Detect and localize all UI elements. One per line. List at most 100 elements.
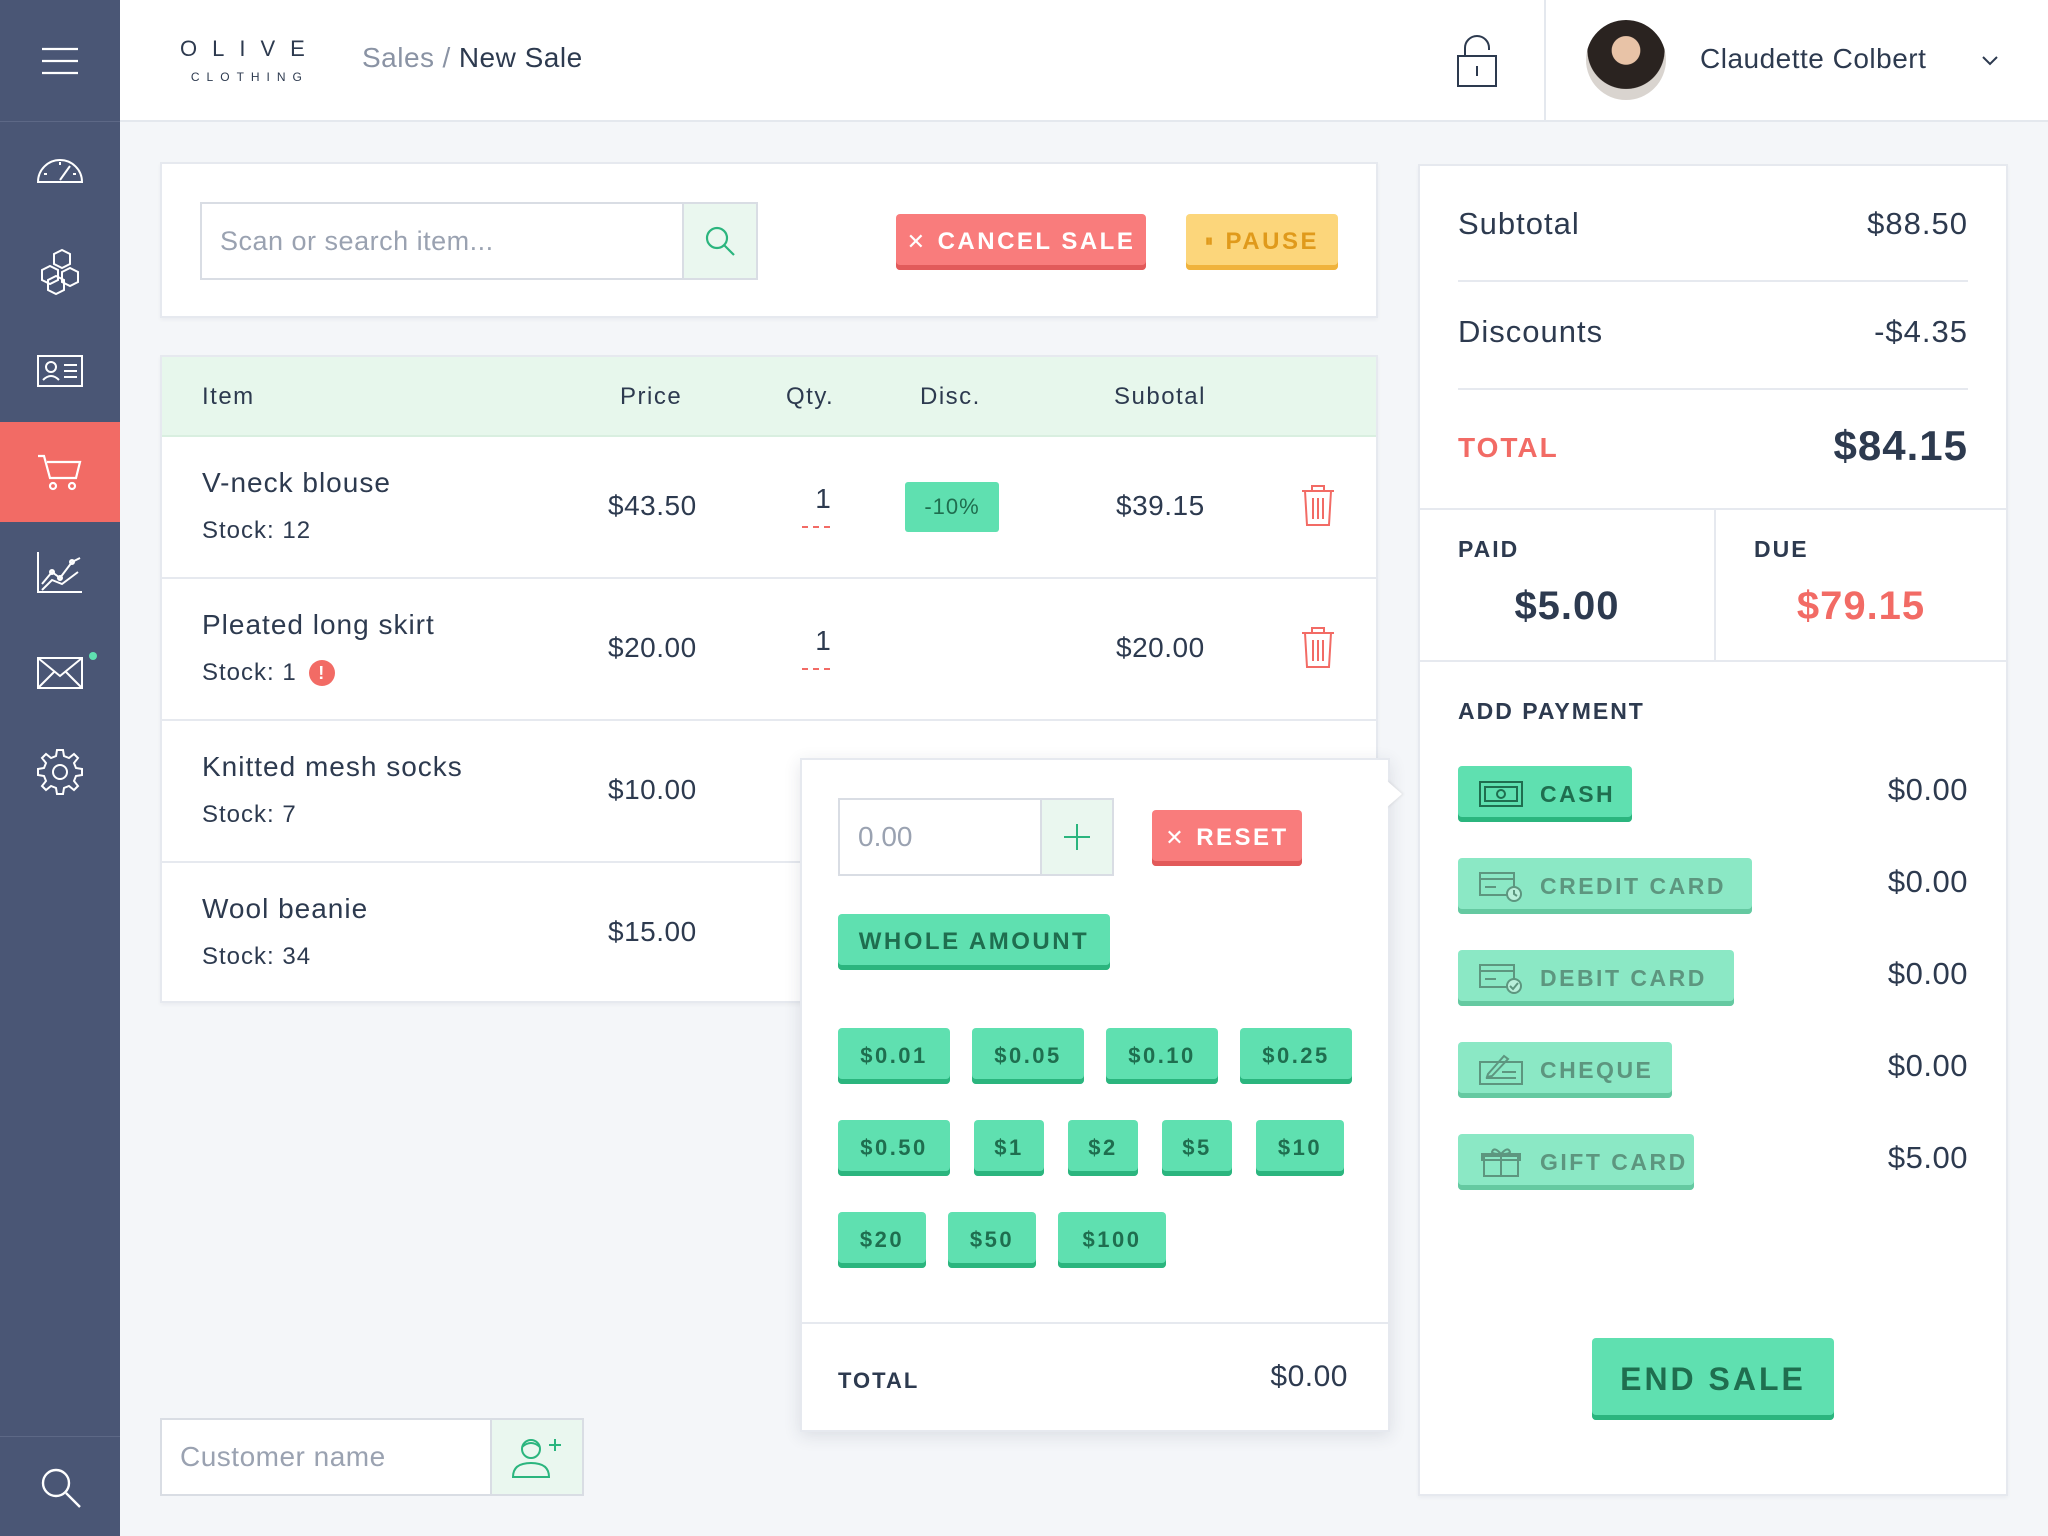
pause-label: PAUSE	[1225, 228, 1319, 255]
cheque-label: CHEQUE	[1540, 1056, 1654, 1083]
table-row[interactable]: Pleated long skirt Stock: 1! $20.00 1 $2…	[162, 579, 1376, 721]
cash-payment-button[interactable]: CASH	[1458, 766, 1632, 822]
stock-text: Stock: 12	[202, 517, 312, 544]
quick-amount-button[interactable]: $0.25	[1240, 1028, 1352, 1084]
search-button[interactable]	[682, 202, 758, 280]
add-customer-button[interactable]	[490, 1418, 584, 1496]
subtotal-label: Subtotal	[1458, 206, 1580, 241]
menu-icon	[42, 47, 78, 74]
user-menu[interactable]: Claudette Colbert	[1544, 0, 2048, 120]
quick-amount-button[interactable]: $2	[1068, 1120, 1138, 1176]
quick-amount-button[interactable]: $1	[974, 1120, 1044, 1176]
sidebar-item-dashboard[interactable]	[0, 122, 120, 222]
top-header: OLIVE CLOTHING Sales / New Sale Claudette …	[120, 0, 2048, 122]
amount-input[interactable]	[838, 798, 1042, 876]
user-name: Claudette Colbert	[1700, 43, 1927, 74]
due-value: $79.15	[1796, 584, 1926, 628]
chevron-down-icon	[1982, 56, 1998, 66]
col-subtotal: Subotal	[1114, 383, 1206, 410]
customer-name-input[interactable]	[160, 1418, 492, 1496]
quick-amount-button[interactable]: $100	[1058, 1212, 1166, 1268]
divider	[1458, 280, 1968, 282]
pause-button[interactable]: ⏸ PAUSE	[1186, 214, 1338, 270]
cheque-icon	[1479, 1054, 1523, 1085]
notification-dot	[89, 652, 97, 660]
item-name: Wool beanie	[202, 893, 369, 924]
menu-button[interactable]	[0, 0, 120, 122]
cancel-sale-label: CANCEL SALE	[937, 228, 1136, 255]
sidebar-item-messages[interactable]	[0, 622, 120, 722]
quick-amount-button[interactable]: $50	[948, 1212, 1036, 1268]
sidebar-search[interactable]	[0, 1436, 120, 1536]
settings-icon	[37, 749, 83, 795]
credit-card-icon	[1479, 872, 1522, 902]
discount-badge[interactable]: -10%	[905, 482, 999, 532]
quick-amount-button[interactable]: $0.50	[838, 1120, 950, 1176]
divider	[1420, 660, 2006, 662]
debit-card-amount: $0.00	[1887, 956, 1968, 991]
quick-amount-button[interactable]: $0.05	[972, 1028, 1084, 1084]
quick-amount-button[interactable]: $0.01	[838, 1028, 950, 1084]
end-sale-button[interactable]: END SALE	[1592, 1338, 1834, 1420]
sidebar-item-customers[interactable]	[0, 322, 120, 422]
quick-amount-button[interactable]: $20	[838, 1212, 926, 1268]
messages-icon	[37, 657, 83, 689]
item-qty[interactable]: 1	[808, 625, 838, 657]
item-name: V-neck blouse	[202, 467, 391, 498]
subtotal-row: Subtotal $88.50	[1458, 206, 1968, 242]
divider	[1458, 388, 1968, 390]
breadcrumb-current: New Sale	[458, 42, 583, 73]
customers-icon	[37, 355, 83, 387]
item-stock: Stock: 12	[202, 517, 311, 545]
cash-amount: $0.00	[1887, 772, 1968, 807]
brand-logo[interactable]: OLIVE CLOTHING	[180, 36, 320, 84]
logo-sub-text: CLOTHING	[190, 70, 309, 84]
item-stock: Stock: 7	[202, 801, 297, 829]
item-qty[interactable]: 1	[808, 483, 838, 515]
popup-total-label: TOTAL	[838, 1368, 920, 1393]
gift-card-label: GIFT CARD	[1540, 1148, 1688, 1175]
breadcrumb-separator: /	[442, 42, 451, 73]
gift-card-amount: $5.00	[1887, 1140, 1968, 1175]
discounts-label: Discounts	[1458, 314, 1604, 349]
gift-card-payment-button[interactable]: GIFT CARD	[1458, 1134, 1694, 1190]
search-input[interactable]	[200, 202, 684, 280]
col-item: Item	[202, 383, 255, 410]
sidebar-item-inventory[interactable]	[0, 222, 120, 322]
add-user-icon	[511, 1439, 561, 1478]
item-name: Pleated long skirt	[202, 609, 435, 640]
stock-text: Stock: 1	[202, 659, 297, 686]
reset-label: RESET	[1196, 824, 1289, 851]
quick-amount-button[interactable]: $0.10	[1106, 1028, 1218, 1084]
item-price: $15.00	[608, 916, 697, 947]
whole-amount-button[interactable]: WHOLE AMOUNT	[838, 914, 1110, 970]
sidebar-item-settings[interactable]	[0, 722, 120, 822]
table-row[interactable]: V-neck blouse Stock: 12 $43.50 1 -10% $3…	[162, 437, 1376, 579]
avatar	[1586, 20, 1666, 100]
cheque-payment-button[interactable]: CHEQUE	[1458, 1042, 1672, 1098]
trash-icon[interactable]	[1300, 483, 1336, 527]
stock-text: Stock: 7	[202, 801, 297, 828]
item-subtotal: $39.15	[1116, 490, 1205, 521]
cheque-amount: $0.00	[1887, 1048, 1968, 1083]
sidebar-item-sales[interactable]	[0, 422, 120, 522]
item-price: $10.00	[608, 774, 697, 805]
cancel-sale-button[interactable]: ✕ CANCEL SALE	[896, 214, 1146, 270]
lock-icon[interactable]	[1454, 34, 1500, 90]
search-icon	[705, 226, 735, 256]
breadcrumb-parent[interactable]: Sales	[362, 42, 435, 73]
reset-button[interactable]: ✕ RESET	[1152, 810, 1302, 866]
add-amount-button[interactable]	[1040, 798, 1114, 876]
quick-amount-button[interactable]: $10	[1256, 1120, 1344, 1176]
sidebar-item-reports[interactable]	[0, 522, 120, 622]
close-icon: ✕	[1165, 825, 1187, 850]
credit-card-payment-button[interactable]: CREDIT CARD	[1458, 858, 1752, 914]
add-payment-label: ADD PAYMENT	[1458, 698, 1645, 724]
total-value: $84.15	[1833, 422, 1968, 469]
close-icon: ✕	[906, 229, 928, 254]
quick-amount-button[interactable]: $5	[1162, 1120, 1232, 1176]
debit-card-payment-button[interactable]: DEBIT CARD	[1458, 950, 1734, 1006]
search-icon	[41, 1468, 81, 1508]
due-label: DUE	[1754, 536, 1809, 562]
trash-icon[interactable]	[1300, 625, 1336, 669]
